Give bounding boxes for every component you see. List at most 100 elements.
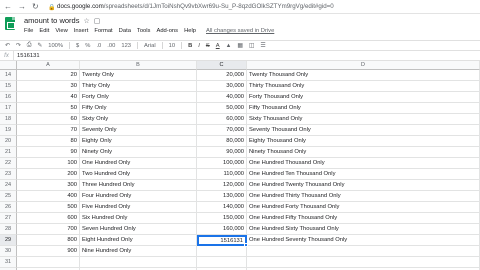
cell-d[interactable]: One Hundred Thousand Only [247, 158, 480, 169]
cell-a[interactable]: 700 [17, 224, 80, 235]
row-number[interactable]: 17 [0, 103, 17, 114]
cell-d[interactable] [247, 257, 480, 268]
cell-b[interactable]: Eighty Only [80, 136, 197, 147]
row-number[interactable]: 27 [0, 213, 17, 224]
cell-a[interactable]: 30 [17, 81, 80, 92]
fill-handle[interactable] [244, 243, 248, 247]
percent-format-button[interactable]: % [85, 43, 90, 49]
fill-color-icon[interactable]: ▲ [226, 43, 232, 49]
cell-c[interactable]: 20,000 [197, 70, 247, 81]
cell-b[interactable]: Five Hundred Only [80, 202, 197, 213]
cell-d[interactable]: Fifty Thousand Only [247, 103, 480, 114]
italic-button[interactable]: I [198, 43, 200, 49]
cell-a[interactable]: 20 [17, 70, 80, 81]
menu-addons[interactable]: Add-ons [156, 28, 178, 34]
more-formats-button[interactable]: 123 [121, 43, 131, 49]
cell-d[interactable]: One Hundred Seventy Thousand Only [247, 235, 480, 246]
decrease-decimals-button[interactable]: .0 [96, 43, 101, 49]
cell-a[interactable]: 900 [17, 246, 80, 257]
row-number[interactable]: 25 [0, 191, 17, 202]
menu-tools[interactable]: Tools [137, 28, 151, 34]
row-number[interactable]: 19 [0, 125, 17, 136]
column-header-b[interactable]: B [80, 61, 197, 70]
redo-icon[interactable]: ↷ [16, 43, 21, 49]
cell-a[interactable]: 90 [17, 147, 80, 158]
paint-format-icon[interactable]: ✎ [37, 43, 42, 49]
menu-view[interactable]: View [55, 28, 67, 34]
text-color-button[interactable]: A [216, 43, 220, 49]
selected-cell[interactable]: 1516131 [197, 235, 248, 247]
row-number[interactable]: 28 [0, 224, 17, 235]
cell-a[interactable]: 600 [17, 213, 80, 224]
cell-a[interactable]: 200 [17, 169, 80, 180]
cell-a[interactable]: 800 [17, 235, 80, 246]
cell-d[interactable]: Forty Thousand Only [247, 92, 480, 103]
cell-c[interactable]: 40,000 [197, 92, 247, 103]
cell-b[interactable]: Thirty Only [80, 81, 197, 92]
row-number[interactable]: 18 [0, 114, 17, 125]
cell-a[interactable]: 60 [17, 114, 80, 125]
menu-insert[interactable]: Insert [74, 28, 89, 34]
cell-b[interactable]: Three Hundred Only [80, 180, 197, 191]
cell-c[interactable]: 130,000 [197, 191, 247, 202]
zoom-select[interactable]: 100% [48, 43, 63, 49]
cell-b[interactable]: One Hundred Only [80, 158, 197, 169]
row-number[interactable]: 26 [0, 202, 17, 213]
cell-b[interactable] [80, 257, 197, 268]
cell-b[interactable]: Two Hundred Only [80, 169, 197, 180]
cell-a[interactable]: 100 [17, 158, 80, 169]
row-number[interactable]: 14 [0, 70, 17, 81]
doc-title[interactable]: amount to words [24, 16, 79, 25]
cell-c[interactable]: 110,000 [197, 169, 247, 180]
row-number[interactable]: 16 [0, 92, 17, 103]
folder-icon[interactable]: ▢ [94, 17, 101, 25]
strikethrough-button[interactable]: S [206, 43, 210, 49]
cell-d[interactable]: Thirty Thousand Only [247, 81, 480, 92]
cell-c[interactable]: 50,000 [197, 103, 247, 114]
cell-b[interactable]: Forty Only [80, 92, 197, 103]
column-header-a[interactable]: A [17, 61, 80, 70]
cell-c[interactable]: 60,000 [197, 114, 247, 125]
cell-d[interactable]: One Hundred Fifty Thousand Only [247, 213, 480, 224]
menu-file[interactable]: File [24, 28, 33, 34]
undo-icon[interactable]: ↶ [5, 43, 10, 49]
url-field[interactable]: docs.google.com/spreadsheets/d/1JmToiNsh… [57, 3, 334, 10]
menu-data[interactable]: Data [119, 28, 131, 34]
cell-d[interactable]: One Hundred Ten Thousand Only [247, 169, 480, 180]
row-number[interactable]: 24 [0, 180, 17, 191]
cell-c[interactable] [197, 246, 247, 257]
increase-decimals-button[interactable]: .00 [107, 43, 115, 49]
cell-b[interactable]: Sixty Only [80, 114, 197, 125]
cell-d[interactable]: One Hundred Forty Thousand Only [247, 202, 480, 213]
select-all-corner[interactable] [0, 61, 17, 70]
cell-c[interactable]: 30,000 [197, 81, 247, 92]
cell-a[interactable]: 70 [17, 125, 80, 136]
sheets-logo-icon[interactable] [5, 17, 15, 30]
cell-c[interactable]: 70,000 [197, 125, 247, 136]
cell-d[interactable]: Seventy Thousand Only [247, 125, 480, 136]
print-icon[interactable]: ⎙ [27, 42, 32, 49]
cell-c[interactable] [197, 257, 247, 268]
row-number[interactable]: 21 [0, 147, 17, 158]
cell-b[interactable]: Four Hundred Only [80, 191, 197, 202]
cell-b[interactable]: Ninety Only [80, 147, 197, 158]
cell-c[interactable]: 100,000 [197, 158, 247, 169]
saved-status[interactable]: All changes saved in Drive [206, 28, 274, 34]
merge-cells-icon[interactable]: ◫ [249, 43, 254, 49]
font-size-select[interactable]: 10 [169, 43, 175, 49]
back-icon[interactable]: ← [4, 2, 12, 11]
currency-format-button[interactable]: $ [76, 43, 79, 49]
reload-icon[interactable]: ↻ [32, 2, 39, 11]
row-number[interactable]: 31 [0, 257, 17, 268]
row-number[interactable]: 23 [0, 169, 17, 180]
cell-b[interactable]: Eight Hundred Only [80, 235, 197, 246]
borders-icon[interactable]: ▦ [237, 43, 242, 49]
cell-c[interactable]: 150,000 [197, 213, 247, 224]
cell-c[interactable]: 140,000 [197, 202, 247, 213]
row-number[interactable]: 20 [0, 136, 17, 147]
cell-d[interactable]: One Hundred Sixty Thousand Only [247, 224, 480, 235]
cell-c[interactable]: 160,000 [197, 224, 247, 235]
row-number[interactable]: 22 [0, 158, 17, 169]
menu-format[interactable]: Format [94, 28, 112, 34]
bold-button[interactable]: B [188, 43, 192, 49]
